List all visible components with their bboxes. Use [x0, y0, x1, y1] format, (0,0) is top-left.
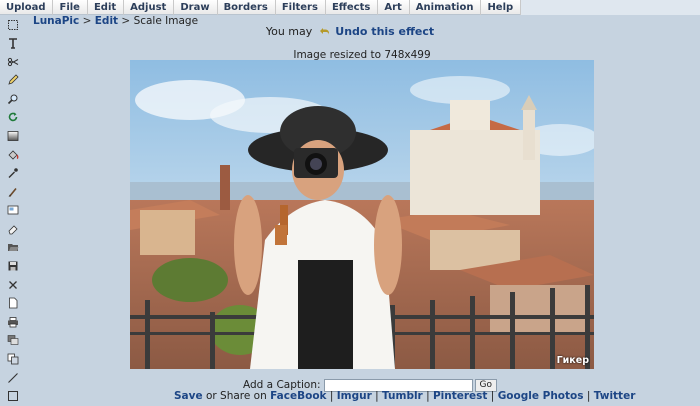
brush-icon[interactable] — [3, 183, 23, 200]
tool-palette — [0, 16, 26, 406]
share-divider: | — [426, 390, 430, 402]
rectangle-icon[interactable] — [3, 388, 23, 405]
save-link[interactable]: Save — [174, 390, 203, 402]
gradient-icon[interactable] — [3, 127, 23, 144]
menu-bar-filler — [521, 0, 700, 15]
share-twitter-link[interactable]: Twitter — [594, 390, 636, 402]
share-divider: | — [586, 390, 591, 402]
undo-arrow-icon — [319, 28, 329, 35]
new-document-icon[interactable] — [3, 295, 23, 312]
share-divider: | — [490, 390, 495, 402]
menu-draw[interactable]: Draw — [174, 0, 218, 15]
close-icon[interactable] — [3, 276, 23, 293]
menu-bar: Upload File Edit Adjust Draw Borders Fil… — [0, 0, 700, 15]
rotate-icon[interactable] — [3, 109, 23, 126]
menu-animation[interactable]: Animation — [410, 0, 482, 15]
image-watermark: Гикер — [556, 355, 589, 366]
share-tumblr-link[interactable]: Tumblr — [382, 390, 423, 402]
menu-upload[interactable]: Upload — [0, 0, 54, 15]
share-divider: | — [375, 390, 379, 402]
share-facebook-link[interactable]: FaceBook — [270, 390, 326, 402]
open-folder-icon[interactable] — [3, 239, 23, 256]
save-icon[interactable] — [3, 258, 23, 275]
print-icon[interactable] — [3, 313, 23, 330]
copy-icon[interactable] — [3, 350, 23, 367]
share-links: Save or Share on FaceBook | Imgur | Tumb… — [174, 390, 635, 402]
share-divider: | — [329, 390, 334, 402]
undo-prefix: You may — [265, 25, 313, 38]
menu-filters[interactable]: Filters — [276, 0, 326, 15]
menu-art[interactable]: Art — [378, 0, 410, 15]
layers-icon[interactable] — [3, 332, 23, 349]
menu-help[interactable]: Help — [481, 0, 522, 15]
menu-file[interactable]: File — [53, 0, 88, 15]
share-pinterest-link[interactable]: Pinterest — [433, 390, 487, 402]
share-on-text: or Share on — [205, 390, 267, 402]
share-imgur-link[interactable]: Imgur — [337, 390, 372, 402]
menu-effects[interactable]: Effects — [326, 0, 379, 15]
edited-image: Гикер — [130, 60, 594, 369]
fill-bucket-icon[interactable] — [3, 146, 23, 163]
eraser-icon[interactable] — [3, 220, 23, 237]
menu-edit[interactable]: Edit — [88, 0, 125, 15]
share-google-photos-link[interactable]: Google Photos — [498, 390, 584, 402]
crop-icon[interactable] — [3, 202, 23, 219]
menu-adjust[interactable]: Adjust — [124, 0, 175, 15]
eyedropper-icon[interactable] — [3, 165, 23, 182]
menu-borders[interactable]: Borders — [218, 0, 276, 15]
line-icon[interactable] — [3, 369, 23, 386]
undo-message: You may Undo this effect — [0, 25, 700, 38]
pencil-icon[interactable] — [3, 72, 23, 89]
undo-effect-link[interactable]: Undo this effect — [335, 25, 434, 38]
magnifier-icon[interactable] — [3, 90, 23, 107]
